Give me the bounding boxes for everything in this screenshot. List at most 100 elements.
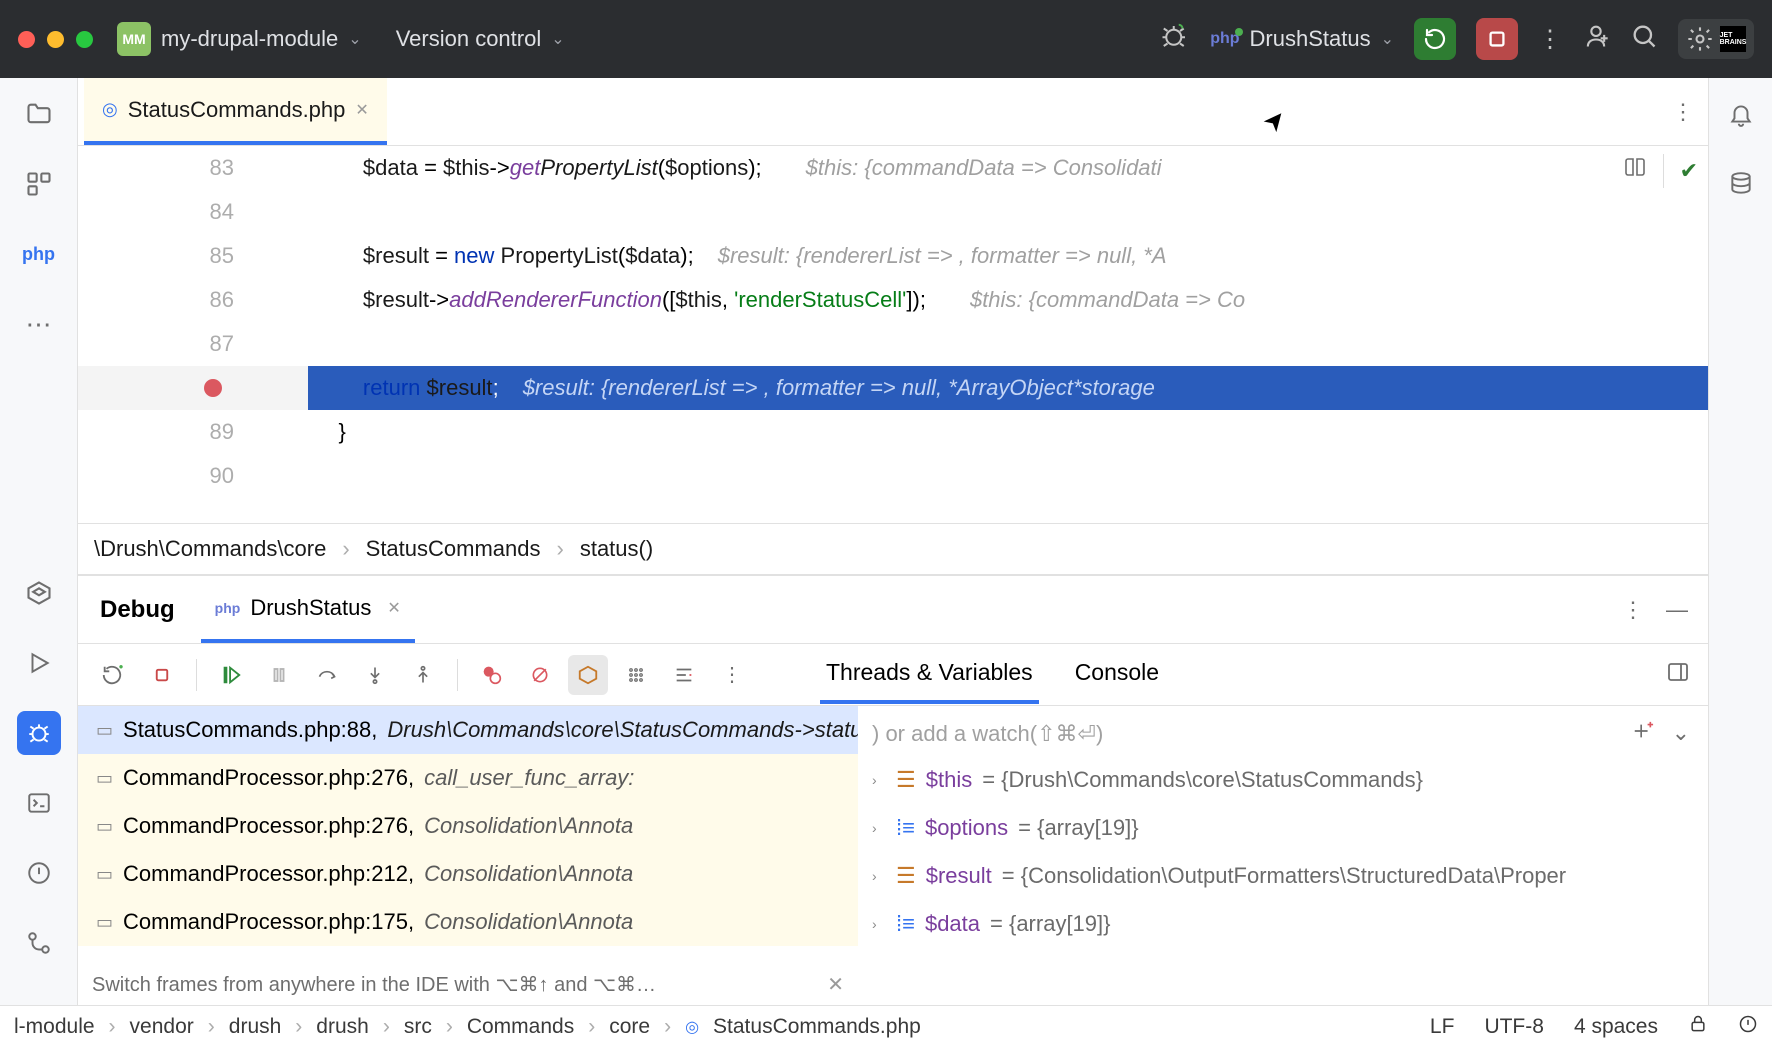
vcs-tool[interactable]: [17, 921, 61, 965]
database-icon[interactable]: [1719, 162, 1763, 206]
step-into-button[interactable]: [355, 655, 395, 695]
project-name[interactable]: my-drupal-module: [161, 26, 338, 52]
run-configuration-selector[interactable]: php DrushStatus ⌄: [1210, 26, 1394, 52]
rerun-button[interactable]: ●: [94, 655, 134, 695]
resume-button[interactable]: [211, 655, 251, 695]
more-icon[interactable]: ⋮: [1622, 597, 1644, 623]
add-watch-prompt[interactable]: ) or add a watch (⇧⌘⏎) ⌄: [858, 712, 1708, 756]
project-tool[interactable]: [17, 92, 61, 136]
more-tools-icon[interactable]: ⋯: [17, 302, 61, 346]
code-line[interactable]: $result->addRendererFunction([$this, 're…: [308, 278, 1708, 322]
path-segment[interactable]: drush: [229, 1015, 282, 1039]
step-over-button[interactable]: [307, 655, 347, 695]
code-line[interactable]: }: [308, 410, 1708, 454]
window-traffic-lights[interactable]: [18, 31, 93, 48]
line-separator[interactable]: LF: [1430, 1015, 1455, 1039]
settings-button[interactable]: [664, 655, 704, 695]
path-segment[interactable]: core: [609, 1015, 650, 1039]
file-encoding[interactable]: UTF-8: [1484, 1015, 1544, 1039]
terminal-tool[interactable]: [17, 781, 61, 825]
close-window-icon[interactable]: [18, 31, 35, 48]
code-line[interactable]: return $result;$result: {rendererList =>…: [308, 366, 1708, 410]
bug-icon[interactable]: [1160, 21, 1190, 58]
chevron-down-icon[interactable]: ⌄: [551, 29, 564, 49]
code-line[interactable]: $data = $this->getPropertyList($options)…: [308, 146, 1708, 190]
stop-button[interactable]: [142, 655, 182, 695]
path-segment[interactable]: Commands: [467, 1015, 574, 1039]
code-line[interactable]: [308, 322, 1708, 366]
code-line[interactable]: [308, 454, 1708, 498]
add-watch-icon[interactable]: [1632, 720, 1654, 748]
close-tab-icon[interactable]: ✕: [387, 598, 400, 618]
minimize-icon[interactable]: —: [1666, 597, 1688, 623]
services-tool[interactable]: [17, 571, 61, 615]
reader-mode-icon[interactable]: [1623, 156, 1647, 186]
threads-variables-tab[interactable]: Threads & Variables: [820, 645, 1039, 704]
php-tool[interactable]: php: [17, 232, 61, 276]
mute-breakpoints-button[interactable]: [520, 655, 560, 695]
gutter-line[interactable]: 84: [78, 190, 308, 234]
inspection-ok-icon[interactable]: ✔: [1680, 158, 1698, 184]
gutter-line[interactable]: 90: [78, 454, 308, 498]
path-segment[interactable]: src: [404, 1015, 432, 1039]
indent-setting[interactable]: 4 spaces: [1574, 1015, 1658, 1039]
step-out-button[interactable]: [403, 655, 443, 695]
breadcrumb-part[interactable]: \Drush\Commands\core: [94, 536, 326, 562]
code-line[interactable]: [308, 190, 1708, 234]
debug-tool[interactable]: [17, 711, 61, 755]
breadcrumb-part[interactable]: status(): [580, 536, 653, 562]
stack-frame[interactable]: ▭CommandProcessor.php:175, Consolidation…: [78, 898, 858, 946]
more-icon[interactable]: ⋮: [712, 655, 752, 695]
path-segment[interactable]: vendor: [130, 1015, 194, 1039]
rerun-button[interactable]: [1414, 18, 1456, 60]
problems-tool[interactable]: [17, 851, 61, 895]
readonly-toggle-icon[interactable]: [1688, 1014, 1708, 1040]
gutter-line[interactable]: 86: [78, 278, 308, 322]
code-with-me-icon[interactable]: [1582, 22, 1610, 57]
gutter-line[interactable]: 85: [78, 234, 308, 278]
variable-row[interactable]: ›☰ $result = {Consolidation\OutputFormat…: [858, 852, 1708, 900]
code-line[interactable]: $result = new PropertyList($data);$resul…: [308, 234, 1708, 278]
close-tab-icon[interactable]: ✕: [355, 100, 368, 120]
breadcrumb-part[interactable]: StatusCommands: [366, 536, 541, 562]
chevron-down-icon[interactable]: ⌄: [348, 29, 361, 49]
path-segment[interactable]: drush: [316, 1015, 369, 1039]
path-file[interactable]: StatusCommands.php: [713, 1015, 921, 1039]
settings-button[interactable]: JET BRAINS: [1678, 19, 1754, 59]
gutter-line[interactable]: 87: [78, 322, 308, 366]
variable-row[interactable]: ›⁞≡ $data = {array[19]}: [858, 900, 1708, 948]
maximize-window-icon[interactable]: [76, 31, 93, 48]
notifications-icon[interactable]: [1719, 92, 1763, 136]
minimize-window-icon[interactable]: [47, 31, 64, 48]
console-tab[interactable]: Console: [1069, 645, 1165, 704]
stop-button[interactable]: [1476, 18, 1518, 60]
structure-tool[interactable]: [17, 162, 61, 206]
more-actions-icon[interactable]: ⋮: [1538, 25, 1562, 54]
search-icon[interactable]: [1630, 22, 1658, 57]
stack-frame[interactable]: ▭CommandProcessor.php:212, Consolidation…: [78, 850, 858, 898]
stack-frame[interactable]: ▭StatusCommands.php:88, Drush\Commands\c…: [78, 706, 858, 754]
chevron-down-icon[interactable]: ⌄: [1672, 720, 1690, 748]
status-problems-icon[interactable]: [1738, 1014, 1758, 1040]
pause-button[interactable]: [259, 655, 299, 695]
evaluate-expression-button[interactable]: [568, 655, 608, 695]
run-tool[interactable]: [17, 641, 61, 685]
stack-frame[interactable]: ▭CommandProcessor.php:276, Consolidation…: [78, 802, 858, 850]
variable-row[interactable]: ›⁞≡ $options = {array[19]}: [858, 804, 1708, 852]
editor-breadcrumb[interactable]: \Drush\Commands\core › StatusCommands › …: [78, 523, 1708, 575]
chevron-down-icon[interactable]: ⌄: [1381, 29, 1394, 49]
gutter-line[interactable]: 89: [78, 410, 308, 454]
thread-dump-button[interactable]: [616, 655, 656, 695]
variable-row[interactable]: ›☰ $this = {Drush\Commands\core\StatusCo…: [858, 756, 1708, 804]
layout-icon[interactable]: [1666, 660, 1690, 690]
editor-more-icon[interactable]: ⋮: [1658, 99, 1708, 125]
version-control-menu[interactable]: Version control: [396, 26, 542, 52]
gutter-line[interactable]: [78, 366, 308, 410]
gutter-line[interactable]: 83: [78, 146, 308, 190]
path-segment[interactable]: l-module: [14, 1015, 95, 1039]
file-tab[interactable]: ◎ StatusCommands.php ✕: [84, 78, 387, 145]
view-breakpoints-button[interactable]: [472, 655, 512, 695]
stack-frame[interactable]: ▭CommandProcessor.php:276, call_user_fun…: [78, 754, 858, 802]
close-tip-icon[interactable]: ✕: [827, 972, 844, 997]
debug-session-tab[interactable]: php DrushStatus ✕: [201, 576, 415, 643]
